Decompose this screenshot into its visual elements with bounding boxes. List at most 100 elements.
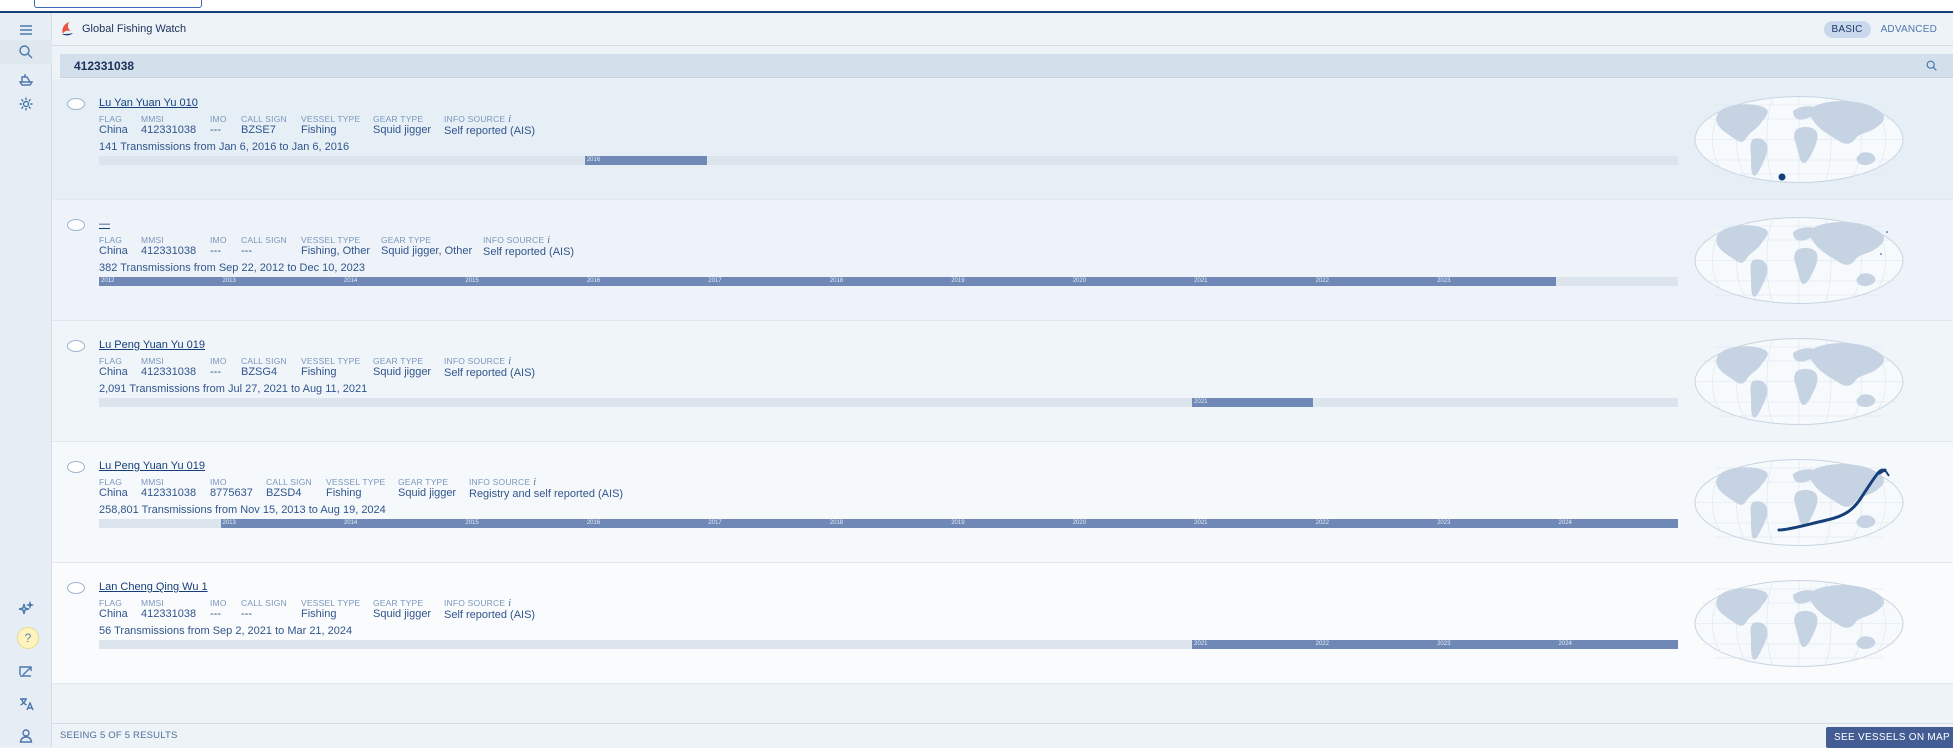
vessel-result-row[interactable]: Lu Peng Yuan Yu 019 FLAG China MMSI 41233103… (52, 321, 1953, 442)
timeline-year-label: 2013 (222, 278, 236, 284)
mode-basic-button[interactable]: BASIC (1823, 21, 1871, 38)
timeline-year-label: 2014 (343, 520, 358, 526)
app-brand: Global Fishing Watch (82, 23, 187, 35)
field-callsign: CALL SIGN BZSG4 (241, 356, 287, 378)
transmissions-summary: 382 Transmissions from Sep 22, 2012 to D… (99, 262, 365, 274)
field-label: INFO SOURCE i (444, 114, 512, 125)
search-input[interactable]: 412331038 (74, 59, 134, 73)
field-gear-type: GEAR TYPE Squid jigger (373, 356, 431, 378)
field-value: 412331038 (141, 608, 197, 620)
search-bar[interactable]: 412331038 (60, 54, 1953, 78)
info-icon[interactable]: i (508, 598, 511, 609)
timeline-year-label: 2015 (465, 278, 479, 284)
track-minimap[interactable] (1693, 337, 1905, 426)
field-label: CALL SIGN (241, 356, 287, 366)
field-mmsi: MMSI 412331038 (141, 477, 196, 499)
select-radio[interactable] (67, 219, 85, 231)
activity-timeline[interactable]: 2012 2013 2014 2015 2016 2017 2018 2019 2020 2021… (99, 277, 1678, 286)
search-icon[interactable] (10, 40, 42, 64)
timeline-year-label: 2016 (586, 278, 601, 284)
info-icon[interactable]: i (508, 114, 511, 125)
field-label: IMO (210, 356, 227, 366)
timeline-year-label: 2012 (101, 278, 115, 284)
app-header: Global Fishing Watch BASIC ADVANCED (52, 13, 1953, 46)
sparkle-icon[interactable] (10, 597, 42, 621)
field-label: MMSI (141, 235, 164, 245)
field-label: CALL SIGN (241, 235, 287, 245)
user-icon[interactable] (10, 724, 42, 748)
activity-segment (220, 519, 1678, 528)
vessel-result-row[interactable]: Lan Cheng Qing Wu 1 FLAG China MMSI 41233103… (52, 563, 1953, 684)
field-label: MMSI (141, 477, 164, 487)
feedback-icon[interactable] (10, 659, 42, 683)
field-label: IMO (210, 114, 227, 124)
timeline-year-label: 2015 (465, 520, 479, 526)
language-icon[interactable] (10, 692, 42, 716)
transmissions-summary: 56 Transmissions from Sep 2, 2021 to Mar… (99, 625, 353, 637)
vessel-name-link[interactable]: Lu Peng Yuan Yu 019 (99, 460, 205, 472)
select-radio[interactable] (67, 98, 85, 110)
transmissions-summary: 258,801 Transmissions from Nov 15, 2013 … (99, 504, 386, 516)
activity-timeline[interactable]: 2021 (99, 398, 1678, 407)
help-icon[interactable]: ? (17, 627, 39, 649)
results-count: SEEING 5 OF 5 RESULTS (60, 730, 178, 741)
vessel-name-link[interactable]: Lu Yan Yuan Yu 010 (99, 97, 198, 109)
field-mmsi: MMSI 412331038 (141, 598, 196, 620)
timeline-year-label: 2017 (708, 278, 722, 284)
track-minimap[interactable] (1693, 216, 1905, 305)
track-minimap[interactable] (1693, 579, 1905, 668)
vessel-result-row[interactable]: Lu Yan Yuan Yu 010 FLAG China MMSI 412331038… (52, 79, 1953, 200)
gear-icon[interactable] (10, 92, 42, 116)
field-mmsi: MMSI 412331038 (141, 235, 196, 257)
tab-stub (34, 0, 202, 8)
field-value: China (99, 608, 128, 620)
top-border (0, 0, 1953, 13)
field-label: VESSEL TYPE (301, 114, 361, 124)
field-label: FLAG (99, 477, 123, 487)
vessel-name-link[interactable]: — (99, 218, 110, 230)
field-gear-type: GEAR TYPE Squid jigger (373, 598, 431, 620)
field-label: GEAR TYPE (373, 356, 424, 366)
vessel-icon[interactable] (10, 67, 42, 91)
vessel-name-link[interactable]: Lu Peng Yuan Yu 019 (99, 339, 205, 351)
field-callsign: CALL SIGN BZSD4 (266, 477, 312, 499)
info-icon[interactable]: i (547, 235, 550, 246)
field-imo: IMO --- (210, 598, 227, 620)
field-value: Self reported (AIS) (444, 609, 536, 621)
field-label: INFO SOURCE i (444, 356, 512, 367)
activity-segment (585, 156, 707, 165)
vessel-result-row[interactable]: — FLAG China MMSI 412331038 IMO --- CALL SIGN --… (52, 200, 1953, 321)
select-radio[interactable] (67, 340, 85, 352)
see-vessels-on-map-button[interactable]: SEE VESSELS ON MAP (1826, 727, 1953, 748)
timeline-year-label: 2021 (1194, 278, 1208, 284)
field-vessel-type: VESSEL TYPE Fishing (301, 598, 360, 620)
select-radio[interactable] (67, 461, 85, 473)
activity-segment (1191, 640, 1678, 649)
menu-icon[interactable] (10, 18, 42, 42)
activity-timeline[interactable]: 2013 2014 2015 2016 2017 2018 2019 2020 2021 2022… (99, 519, 1678, 528)
vessel-result-row[interactable]: Lu Peng Yuan Yu 019 FLAG China MMSI 41233103… (52, 442, 1953, 563)
timeline-year-label: 2022 (1315, 641, 1329, 647)
field-info-source: INFO SOURCE i Self reported (AIS) (483, 235, 574, 258)
field-value: 412331038 (141, 366, 197, 378)
info-icon[interactable]: i (508, 356, 511, 367)
info-icon[interactable]: i (533, 477, 536, 488)
mode-advanced-button[interactable]: ADVANCED (1873, 21, 1945, 38)
activity-segment (1191, 398, 1314, 407)
select-radio[interactable] (67, 582, 85, 594)
field-value: Fishing (301, 366, 337, 378)
activity-timeline[interactable]: 2016 (99, 156, 1678, 165)
side-rail: ? (0, 13, 52, 747)
track-minimap[interactable] (1693, 95, 1905, 184)
search-submit-icon[interactable] (1925, 59, 1939, 73)
field-info-source: INFO SOURCE i Registry and self reported (… (469, 477, 623, 500)
timeline-year-label: 2014 (343, 278, 358, 284)
vessel-name-link[interactable]: Lan Cheng Qing Wu 1 (99, 581, 208, 593)
field-label: FLAG (99, 114, 123, 124)
field-info-source: INFO SOURCE i Self reported (AIS) (444, 114, 535, 137)
activity-timeline[interactable]: 2021 2022 2023 2024 (99, 640, 1678, 649)
field-imo: IMO --- (210, 114, 227, 136)
results-footer: SEEING 5 OF 5 RESULTS SEE VESSELS ON MAP (52, 723, 1953, 748)
track-minimap[interactable] (1693, 458, 1905, 547)
field-value: Self reported (AIS) (483, 246, 575, 258)
